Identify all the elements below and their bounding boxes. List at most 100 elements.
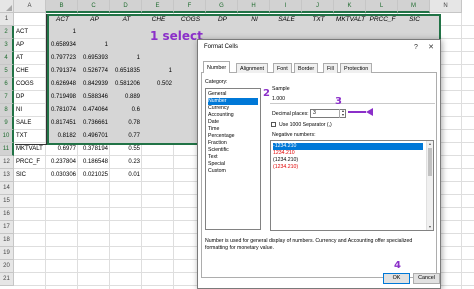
tab-fill[interactable]: Fill (323, 63, 338, 73)
row-header-10[interactable]: 10 (0, 130, 14, 143)
tab-alignment[interactable]: Alignment (236, 63, 268, 73)
header-cell[interactable]: TXT (303, 13, 334, 26)
correlation-cell[interactable]: 0.030306 (47, 169, 77, 182)
correlation-cell[interactable]: 0.01 (111, 169, 141, 182)
row-header-6[interactable]: 6 (0, 78, 14, 91)
header-cell[interactable]: SALE (271, 13, 302, 26)
close-button[interactable]: ✕ (425, 43, 437, 53)
correlation-cell[interactable]: 0.889 (111, 91, 141, 104)
column-header-k[interactable]: K (334, 0, 366, 13)
row-header-5[interactable]: 5 (0, 65, 14, 78)
row-header-3[interactable]: 3 (0, 39, 14, 52)
correlation-cell[interactable]: 1 (111, 52, 141, 65)
correlation-cell[interactable]: 1 (143, 65, 173, 78)
correlation-cell[interactable]: 0.719498 (47, 91, 77, 104)
header-cell[interactable]: COGS (175, 13, 206, 26)
column-header-j[interactable]: J (302, 0, 334, 13)
correlation-cell[interactable]: 0.78 (111, 117, 141, 130)
category-item-number[interactable]: Number (208, 98, 258, 105)
row-label-cell[interactable]: AP (16, 39, 47, 52)
correlation-cell[interactable]: 0.502 (143, 78, 173, 91)
column-header-b[interactable]: B (46, 0, 78, 13)
category-item-currency[interactable]: Currency (208, 105, 258, 112)
row-label-cell[interactable]: ACT (16, 26, 47, 39)
row-header-2[interactable]: 2 (0, 26, 14, 39)
category-item-text[interactable]: Text (208, 154, 258, 161)
negative-list-scrollbar[interactable]: ▲ ▼ (426, 141, 433, 230)
category-item-custom[interactable]: Custom (208, 168, 258, 175)
correlation-cell[interactable]: 0.781074 (47, 104, 77, 117)
negative-option-2[interactable]: 1234.210 (273, 150, 423, 157)
row-header-13[interactable]: 13 (0, 169, 14, 182)
row-label-cell[interactable]: NI (16, 104, 47, 117)
row-label-cell[interactable]: SIC (16, 169, 47, 182)
help-button[interactable]: ? (410, 43, 422, 53)
correlation-cell[interactable]: 0.651835 (111, 65, 141, 78)
header-cell[interactable]: SIC (399, 13, 430, 26)
column-header-n[interactable]: N (430, 0, 462, 13)
negative-numbers-list[interactable]: -1234.210 1234.210 (1234.210) (1234.210)… (270, 140, 434, 231)
row-header-1[interactable]: 1 (0, 13, 14, 26)
ok-button[interactable]: OK (383, 273, 410, 284)
column-header-e[interactable]: E (142, 0, 174, 13)
correlation-cell[interactable]: 0.736661 (79, 117, 109, 130)
tab-border[interactable]: Border (294, 63, 319, 73)
row-label-cell[interactable]: CHE (16, 65, 47, 78)
row-label-cell[interactable]: PRCC_F (16, 156, 47, 169)
column-header-f[interactable]: F (174, 0, 206, 13)
correlation-cell[interactable]: 0.526774 (79, 65, 109, 78)
decimal-places-spinner[interactable]: ▲ ▼ (339, 109, 346, 118)
correlation-cell[interactable]: 0.695393 (79, 52, 109, 65)
correlation-cell[interactable]: 0.237804 (47, 156, 77, 169)
row-label-cell[interactable]: TXT (16, 130, 47, 143)
correlation-cell[interactable]: 0.474064 (79, 104, 109, 117)
scroll-up-icon[interactable]: ▲ (427, 141, 433, 147)
correlation-cell[interactable]: 0.588346 (79, 91, 109, 104)
column-header-l[interactable]: L (366, 0, 398, 13)
row-header-12[interactable]: 12 (0, 156, 14, 169)
correlation-cell[interactable]: 0.186548 (79, 156, 109, 169)
row-header-9[interactable]: 9 (0, 117, 14, 130)
category-item-scientific[interactable]: Scientific (208, 147, 258, 154)
correlation-cell[interactable]: 1 (47, 26, 77, 39)
column-header-m[interactable]: M (398, 0, 430, 13)
header-cell[interactable]: MKTVALT (335, 13, 366, 26)
correlation-cell[interactable]: 0.791374 (47, 65, 77, 78)
correlation-cell[interactable]: 0.626948 (47, 78, 77, 91)
dialog-titlebar[interactable]: Format Cells ? ✕ (198, 40, 440, 56)
tab-font[interactable]: Font (273, 63, 292, 73)
spin-down-icon[interactable]: ▼ (340, 113, 346, 117)
column-header-d[interactable]: D (110, 0, 142, 13)
category-item-general[interactable]: General (208, 91, 258, 98)
row-header-19[interactable]: 19 (0, 247, 14, 260)
header-cell[interactable]: AT (111, 13, 142, 26)
row-header-20[interactable]: 20 (0, 260, 14, 273)
row-header-14[interactable]: 14 (0, 182, 14, 195)
negative-option-3[interactable]: (1234.210) (273, 157, 423, 164)
category-item-date[interactable]: Date (208, 119, 258, 126)
header-cell[interactable]: PRCC_F (367, 13, 398, 26)
correlation-cell[interactable]: 0.797723 (47, 52, 77, 65)
row-header-18[interactable]: 18 (0, 234, 14, 247)
correlation-cell[interactable]: 0.817451 (47, 117, 77, 130)
correlation-cell[interactable]: 0.581206 (111, 78, 141, 91)
row-header-4[interactable]: 4 (0, 52, 14, 65)
correlation-cell[interactable]: 0.55 (111, 143, 141, 156)
category-item-special[interactable]: Special (208, 161, 258, 168)
category-item-fraction[interactable]: Fraction (208, 140, 258, 147)
category-item-accounting[interactable]: Accounting (208, 112, 258, 119)
row-label-cell[interactable]: DP (16, 91, 47, 104)
negative-option-4[interactable]: (1234.210) (273, 164, 423, 171)
header-cell[interactable]: AP (79, 13, 110, 26)
correlation-cell[interactable]: 0.6 (111, 104, 141, 117)
row-label-cell[interactable]: AT (16, 52, 47, 65)
row-label-cell[interactable]: SALE (16, 117, 47, 130)
correlation-cell[interactable]: 0.021025 (79, 169, 109, 182)
header-cell[interactable]: CHE (143, 13, 174, 26)
category-item-percentage[interactable]: Percentage (208, 133, 258, 140)
correlation-cell[interactable]: 0.658934 (47, 39, 77, 52)
tab-protection[interactable]: Protection (340, 63, 373, 73)
correlation-cell[interactable]: 0.496701 (79, 130, 109, 143)
cancel-button[interactable]: Cancel (413, 273, 440, 284)
correlation-cell[interactable]: 0.842939 (79, 78, 109, 91)
